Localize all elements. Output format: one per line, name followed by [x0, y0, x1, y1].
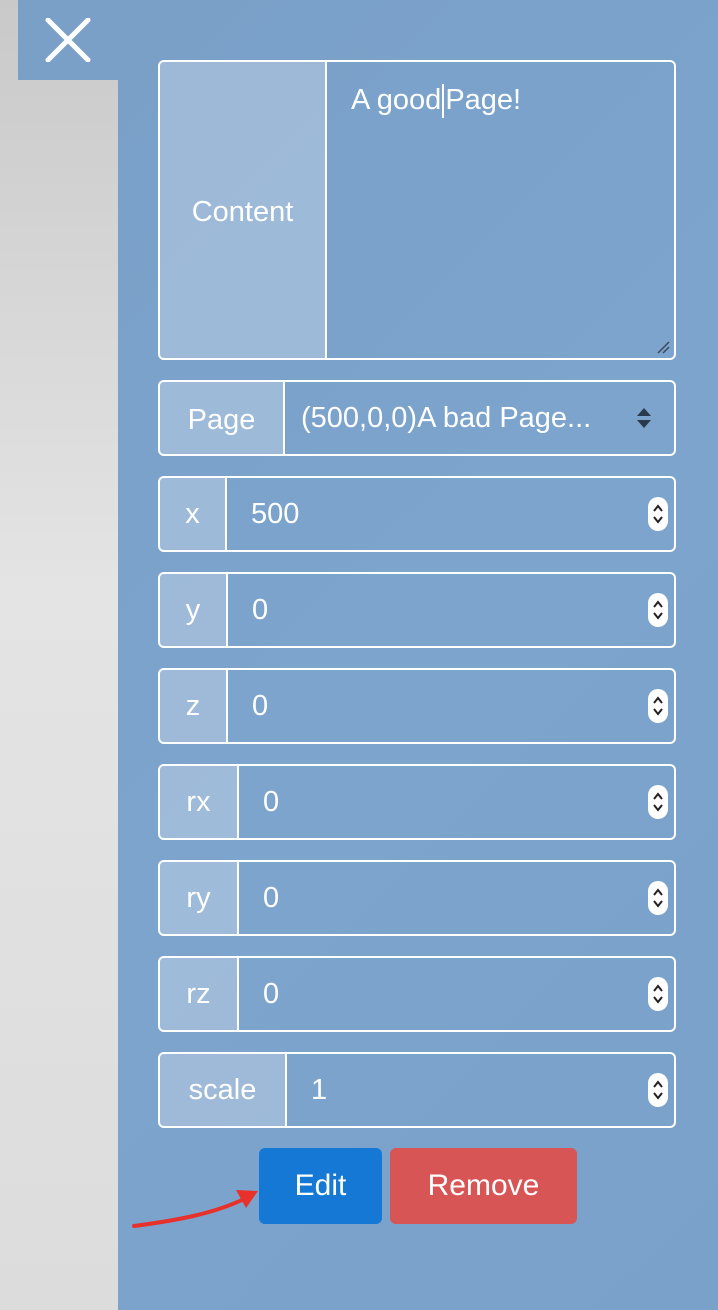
scale-group: scale 1: [158, 1052, 676, 1128]
x-label: x: [160, 478, 227, 550]
rx-group: rx 0: [158, 764, 676, 840]
rz-label: rz: [160, 958, 239, 1030]
rx-input[interactable]: 0: [239, 766, 674, 838]
page-select[interactable]: (500,0,0)A bad Page...: [285, 382, 674, 454]
page-select-group: Page (500,0,0)A bad Page...: [158, 380, 676, 456]
scale-value: 1: [311, 1073, 328, 1106]
y-label: y: [160, 574, 228, 646]
ry-label: ry: [160, 862, 239, 934]
text-cursor: [442, 84, 445, 118]
ry-group: ry 0: [158, 860, 676, 936]
page-label: Page: [160, 382, 285, 454]
page-selected-value: (500,0,0)A bad Page...: [301, 401, 592, 434]
x-group: x 500: [158, 476, 676, 552]
rx-label: rx: [160, 766, 239, 838]
scale-spinner[interactable]: [648, 1073, 668, 1107]
content-textarea[interactable]: A good Page!: [327, 62, 674, 358]
content-label: Content: [160, 62, 327, 358]
rz-group: rz 0: [158, 956, 676, 1032]
y-value: 0: [252, 593, 269, 626]
spinner-chevrons-icon: [653, 792, 663, 812]
y-group: y 0: [158, 572, 676, 648]
y-input[interactable]: 0: [228, 574, 674, 646]
spinner-chevrons-icon: [653, 1080, 663, 1100]
select-updown-icon: [637, 408, 651, 428]
ry-spinner[interactable]: [648, 881, 668, 915]
background-area: [0, 0, 118, 1310]
z-spinner[interactable]: [648, 689, 668, 723]
spinner-chevrons-icon: [653, 984, 663, 1004]
spinner-chevrons-icon: [653, 600, 663, 620]
scale-input[interactable]: 1: [287, 1054, 674, 1126]
x-value: 500: [251, 497, 300, 530]
rz-spinner[interactable]: [648, 977, 668, 1011]
spinner-chevrons-icon: [653, 888, 663, 908]
z-value: 0: [252, 689, 269, 722]
scale-label: scale: [160, 1054, 287, 1126]
edit-button[interactable]: Edit: [259, 1148, 382, 1224]
close-button[interactable]: [18, 0, 118, 80]
ry-input[interactable]: 0: [239, 862, 674, 934]
z-input[interactable]: 0: [228, 670, 674, 742]
x-spinner[interactable]: [648, 497, 668, 531]
x-input[interactable]: 500: [227, 478, 674, 550]
y-spinner[interactable]: [648, 593, 668, 627]
content-text-after: Page!: [445, 84, 522, 116]
spinner-chevrons-icon: [653, 696, 663, 716]
rx-value: 0: [263, 785, 280, 818]
rz-value: 0: [263, 977, 280, 1010]
rx-spinner[interactable]: [648, 785, 668, 819]
ry-value: 0: [263, 881, 280, 914]
rz-input[interactable]: 0: [239, 958, 674, 1030]
z-label: z: [160, 670, 228, 742]
resize-grip-icon[interactable]: [656, 340, 670, 354]
remove-button[interactable]: Remove: [390, 1148, 577, 1224]
z-group: z 0: [158, 668, 676, 744]
spinner-chevrons-icon: [653, 504, 663, 524]
close-icon: [45, 18, 91, 62]
content-text-before: A good: [351, 84, 442, 116]
content-group: Content A good Page!: [158, 60, 676, 360]
